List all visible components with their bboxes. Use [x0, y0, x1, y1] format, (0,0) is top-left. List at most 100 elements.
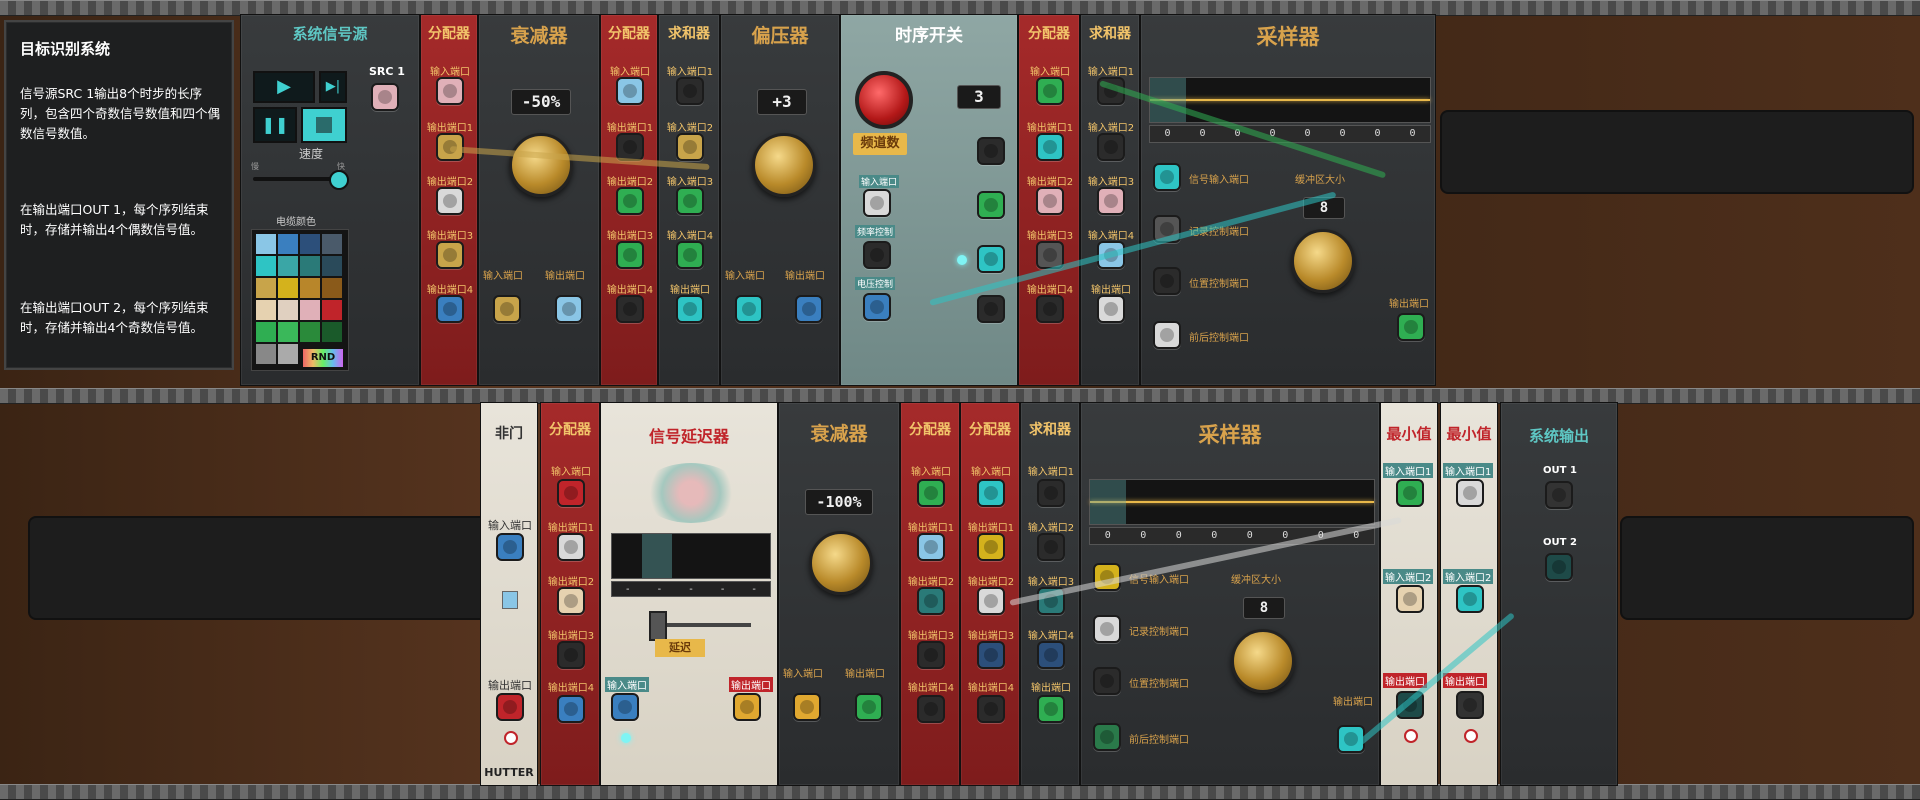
splitter4-out3-jack[interactable]: [557, 641, 585, 669]
splitter5-in-jack[interactable]: [917, 479, 945, 507]
step-button[interactable]: ▶|: [319, 71, 347, 103]
not-out-jack[interactable]: [496, 693, 524, 721]
splitter3-in-jack[interactable]: [1036, 77, 1064, 105]
attenuator2-out-jack[interactable]: [855, 693, 883, 721]
palette-swatch[interactable]: [322, 278, 342, 298]
switch-channels-button[interactable]: 频道数: [853, 133, 907, 155]
attenuator1-out-jack[interactable]: [555, 295, 583, 323]
splitter2-in-jack[interactable]: [616, 77, 644, 105]
min2-in1-jack[interactable]: [1456, 479, 1484, 507]
palette-swatch[interactable]: [278, 344, 298, 364]
splitter4-out1-jack[interactable]: [557, 533, 585, 561]
attenuator2-in-jack[interactable]: [793, 693, 821, 721]
sampler2-position-jack[interactable]: [1093, 667, 1121, 695]
splitter6-out2-jack[interactable]: [977, 587, 1005, 615]
switch-red-knob[interactable]: [855, 71, 913, 129]
play-button[interactable]: ▶: [253, 71, 315, 103]
adder3-out-jack[interactable]: [1037, 695, 1065, 723]
out2-jack[interactable]: [1545, 553, 1573, 581]
splitter3-out1-jack[interactable]: [1036, 133, 1064, 161]
palette-swatch[interactable]: [256, 278, 276, 298]
adder2-out-jack[interactable]: [1097, 295, 1125, 323]
min1-in2-jack[interactable]: [1396, 585, 1424, 613]
splitter1-out4-jack[interactable]: [436, 295, 464, 323]
pause-button[interactable]: ❚❚: [253, 107, 297, 143]
offset-in-jack[interactable]: [735, 295, 763, 323]
sampler1-prevnext-jack[interactable]: [1153, 321, 1181, 349]
palette-swatch[interactable]: [300, 234, 320, 254]
splitter6-out3-jack[interactable]: [977, 641, 1005, 669]
splitter6-in-jack[interactable]: [977, 479, 1005, 507]
switch-out4-jack[interactable]: [977, 295, 1005, 323]
splitter2-out3-jack[interactable]: [616, 241, 644, 269]
splitter3-out2-jack[interactable]: [1036, 187, 1064, 215]
adder1-in1-jack[interactable]: [676, 77, 704, 105]
offset-knob[interactable]: [752, 133, 816, 197]
splitter5-out4-jack[interactable]: [917, 695, 945, 723]
palette-swatch[interactable]: [322, 256, 342, 276]
switch-voltage-jack[interactable]: [863, 293, 891, 321]
palette-swatch[interactable]: [278, 234, 298, 254]
sampler1-knob[interactable]: [1291, 229, 1355, 293]
sampler1-signal-jack[interactable]: [1153, 163, 1181, 191]
splitter3-out4-jack[interactable]: [1036, 295, 1064, 323]
splitter4-in-jack[interactable]: [557, 479, 585, 507]
min2-out-jack[interactable]: [1456, 691, 1484, 719]
delay-slider-handle[interactable]: [649, 611, 667, 641]
min2-in2-jack[interactable]: [1456, 585, 1484, 613]
palette-swatch[interactable]: [322, 322, 342, 342]
switch-out3-jack[interactable]: [977, 245, 1005, 273]
palette-swatch[interactable]: [300, 322, 320, 342]
splitter2-out2-jack[interactable]: [616, 187, 644, 215]
speed-slider-handle[interactable]: [329, 170, 349, 190]
src1-output-jack[interactable]: [371, 83, 399, 111]
palette-swatch[interactable]: [256, 256, 276, 276]
splitter5-out3-jack[interactable]: [917, 641, 945, 669]
switch-in-jack[interactable]: [863, 189, 891, 217]
offset-out-jack[interactable]: [795, 295, 823, 323]
palette-swatch[interactable]: [278, 300, 298, 320]
sampler1-position-jack[interactable]: [1153, 267, 1181, 295]
adder1-out-jack[interactable]: [676, 295, 704, 323]
not-in-jack[interactable]: [496, 533, 524, 561]
palette-swatch[interactable]: [256, 234, 276, 254]
splitter2-out4-jack[interactable]: [616, 295, 644, 323]
splitter1-out3-jack[interactable]: [436, 241, 464, 269]
splitter5-out1-jack[interactable]: [917, 533, 945, 561]
attenuator2-knob[interactable]: [809, 531, 873, 595]
sampler2-record-jack[interactable]: [1093, 615, 1121, 643]
palette-swatch[interactable]: [256, 344, 276, 364]
switch-trigger-jack[interactable]: [863, 241, 891, 269]
splitter5-out2-jack[interactable]: [917, 587, 945, 615]
adder1-in2-jack[interactable]: [676, 133, 704, 161]
palette-swatch[interactable]: [300, 278, 320, 298]
palette-swatch[interactable]: [278, 322, 298, 342]
attenuator1-knob[interactable]: [509, 133, 573, 197]
adder3-in1-jack[interactable]: [1037, 479, 1065, 507]
palette-swatch[interactable]: [278, 256, 298, 276]
palette-swatch[interactable]: [322, 234, 342, 254]
speed-slider-track[interactable]: [253, 177, 341, 181]
delay-button[interactable]: 延迟: [655, 639, 705, 657]
palette-swatch[interactable]: [300, 300, 320, 320]
delay-out-jack[interactable]: [733, 693, 761, 721]
switch-out2-jack[interactable]: [977, 191, 1005, 219]
splitter4-out4-jack[interactable]: [557, 695, 585, 723]
adder1-in3-jack[interactable]: [676, 187, 704, 215]
stop-button[interactable]: [301, 107, 347, 143]
splitter6-out1-jack[interactable]: [977, 533, 1005, 561]
splitter6-out4-jack[interactable]: [977, 695, 1005, 723]
min1-in1-jack[interactable]: [1396, 479, 1424, 507]
attenuator1-in-jack[interactable]: [493, 295, 521, 323]
splitter2-out1-jack[interactable]: [616, 133, 644, 161]
delay-in-jack[interactable]: [611, 693, 639, 721]
palette-swatch[interactable]: [278, 278, 298, 298]
sampler1-out-jack[interactable]: [1397, 313, 1425, 341]
splitter4-out2-jack[interactable]: [557, 587, 585, 615]
out1-jack[interactable]: [1545, 481, 1573, 509]
palette-swatch[interactable]: [300, 256, 320, 276]
adder2-in3-jack[interactable]: [1097, 187, 1125, 215]
adder2-in2-jack[interactable]: [1097, 133, 1125, 161]
switch-out1-jack[interactable]: [977, 137, 1005, 165]
palette-swatch[interactable]: [256, 300, 276, 320]
